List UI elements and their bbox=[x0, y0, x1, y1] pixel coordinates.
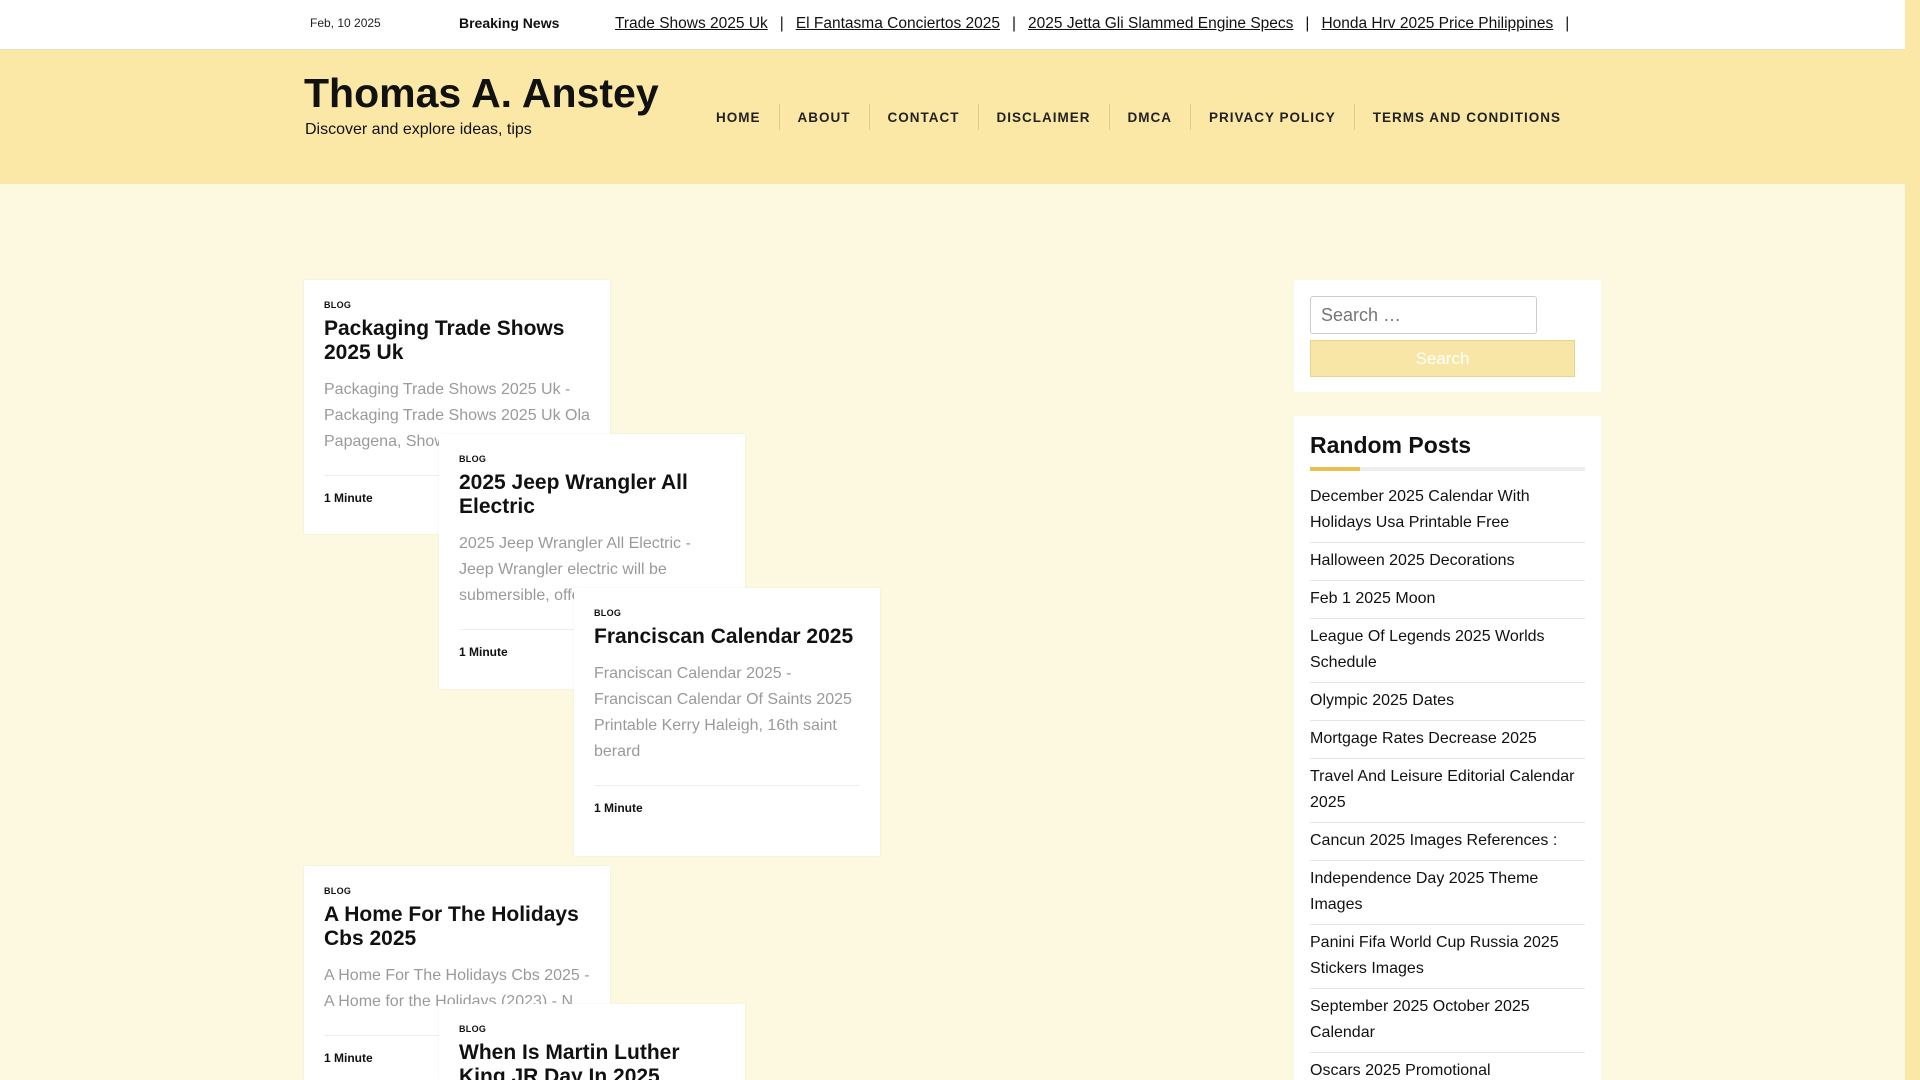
read-time: 1 Minute bbox=[459, 644, 508, 659]
ticker-link[interactable]: El Fantasma Conciertos 2025 bbox=[796, 15, 1000, 32]
random-post-link[interactable]: Olympic 2025 Dates bbox=[1310, 683, 1585, 721]
post-category[interactable]: BLOG bbox=[324, 300, 590, 310]
random-posts-title: Random Posts bbox=[1310, 432, 1472, 458]
site-tagline: Discover and explore ideas, tips bbox=[305, 121, 532, 138]
search-widget: Search bbox=[1294, 280, 1601, 392]
random-post-link[interactable]: Feb 1 2025 Moon bbox=[1310, 581, 1585, 619]
nav-privacy-policy[interactable]: PRIVACY POLICY bbox=[1191, 104, 1355, 130]
random-posts-widget: Random Posts December 2025 Calendar With… bbox=[1294, 416, 1601, 1080]
nav-disclaimer[interactable]: DISCLAIMER bbox=[979, 104, 1110, 130]
main-nav: HOME ABOUT CONTACT DISCLAIMER DMCA PRIVA… bbox=[698, 104, 1579, 130]
random-posts-list: December 2025 Calendar With Holidays Usa… bbox=[1310, 479, 1585, 1080]
breaking-news-label: Breaking News bbox=[459, 15, 560, 31]
random-post-link[interactable]: League Of Legends 2025 Worlds Schedule bbox=[1310, 619, 1585, 683]
post-category[interactable]: BLOG bbox=[459, 454, 725, 464]
scrollbar-thumb[interactable] bbox=[1908, 52, 1917, 952]
read-time: 1 Minute bbox=[594, 800, 643, 815]
read-time: 1 Minute bbox=[324, 1050, 373, 1065]
site-title[interactable]: Thomas A. Anstey bbox=[304, 70, 659, 117]
nav-about[interactable]: ABOUT bbox=[780, 104, 870, 130]
post-meta: 1 Minute bbox=[594, 785, 860, 829]
nav-terms-and-conditions[interactable]: TERMS AND CONDITIONS bbox=[1355, 104, 1579, 130]
random-post-link[interactable]: Cancun 2025 Images References : bbox=[1310, 823, 1585, 861]
search-button[interactable]: Search bbox=[1310, 340, 1575, 377]
post-category[interactable]: BLOG bbox=[324, 886, 590, 896]
ticker-separator: | bbox=[1012, 15, 1017, 32]
post-title[interactable]: 2025 Jeep Wrangler All Electric bbox=[459, 471, 725, 519]
search-input[interactable] bbox=[1310, 296, 1537, 334]
post-title[interactable]: When Is Martin Luther King JR Day In 202… bbox=[459, 1041, 725, 1080]
breaking-news-ticker: Trade Shows 2025 Uk | El Fantasma Conciert… bbox=[615, 15, 1615, 37]
nav-contact[interactable]: CONTACT bbox=[870, 104, 979, 130]
ticker-separator: | bbox=[779, 15, 784, 32]
random-post-link[interactable]: December 2025 Calendar With Holidays Usa… bbox=[1310, 479, 1585, 543]
ticker-link[interactable]: 2025 Jetta Gli Slammed Engine Specs bbox=[1028, 15, 1293, 32]
random-post-link[interactable]: Mortgage Rates Decrease 2025 bbox=[1310, 721, 1585, 759]
current-date: Feb, 10 2025 bbox=[310, 16, 381, 30]
post-title[interactable]: Packaging Trade Shows 2025 Uk bbox=[324, 317, 590, 365]
post-category[interactable]: BLOG bbox=[459, 1024, 725, 1034]
top-bar: Feb, 10 2025 Breaking News Trade Shows 2… bbox=[0, 0, 1905, 50]
ticker-link[interactable]: Trade Shows 2025 Uk bbox=[615, 15, 768, 32]
post-title[interactable]: A Home For The Holidays Cbs 2025 bbox=[324, 903, 590, 951]
post-category[interactable]: BLOG bbox=[594, 608, 860, 618]
post-card: BLOG Franciscan Calendar 2025 Franciscan… bbox=[574, 588, 880, 856]
random-post-link[interactable]: September 2025 October 2025 Calendar bbox=[1310, 989, 1585, 1053]
nav-home[interactable]: HOME bbox=[698, 104, 780, 130]
ticker-separator: | bbox=[1565, 15, 1570, 32]
ticker-separator: | bbox=[1305, 15, 1310, 32]
widget-title-underline bbox=[1310, 467, 1585, 471]
read-time: 1 Minute bbox=[324, 490, 373, 505]
random-post-link[interactable]: Panini Fifa World Cup Russia 2025 Sticke… bbox=[1310, 925, 1585, 989]
post-excerpt: Franciscan Calendar 2025 - Franciscan Ca… bbox=[594, 665, 852, 760]
nav-dmca[interactable]: DMCA bbox=[1110, 104, 1191, 130]
random-post-link[interactable]: Travel And Leisure Editorial Calendar 20… bbox=[1310, 759, 1585, 823]
random-post-link[interactable]: Oscars 2025 Promotional bbox=[1310, 1053, 1585, 1080]
ticker-link[interactable]: Honda Hrv 2025 Price Philippines bbox=[1321, 15, 1553, 32]
random-post-link[interactable]: Halloween 2025 Decorations bbox=[1310, 543, 1585, 581]
post-card: BLOG When Is Martin Luther King JR Day I… bbox=[439, 1004, 745, 1080]
post-title[interactable]: Franciscan Calendar 2025 bbox=[594, 625, 860, 649]
random-post-link[interactable]: Independence Day 2025 Theme Images bbox=[1310, 861, 1585, 925]
page-scrollbar[interactable] bbox=[1905, 0, 1920, 1080]
